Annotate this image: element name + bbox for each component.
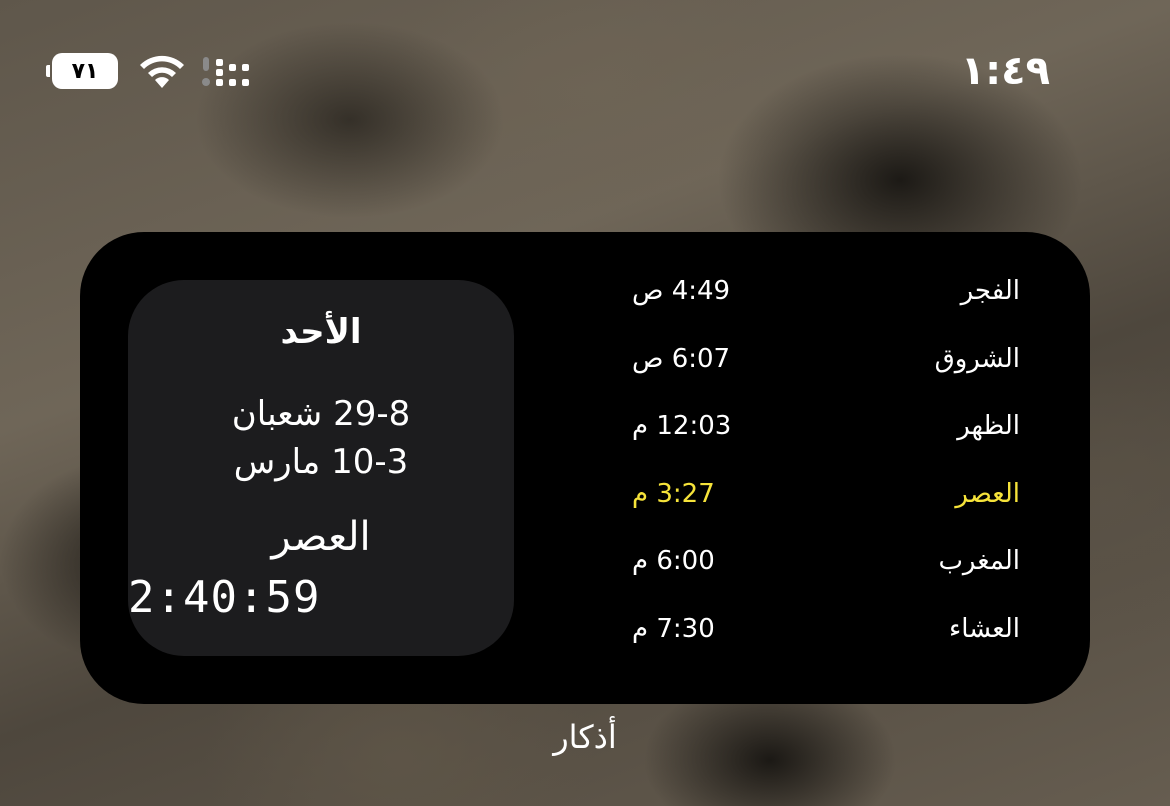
- battery-icon: ٧١: [46, 52, 122, 90]
- prayer-row-sunrise: 6:07 ص الشروق: [628, 344, 1020, 412]
- countdown-timer: 2:40:59: [128, 572, 321, 623]
- gregorian-date: 10-3 مارس: [233, 442, 409, 482]
- prayer-time: 6:07 ص: [632, 343, 731, 374]
- next-prayer-name: العصر: [271, 514, 371, 560]
- wifi-icon: [138, 52, 186, 90]
- prayer-row-maghrib: 6:00 م المغرب: [628, 546, 1020, 614]
- prayer-row-isha: 7:30 م العشاء: [628, 614, 1020, 682]
- prayer-time: 7:30 م: [632, 613, 715, 644]
- prayer-name: المغرب: [938, 546, 1020, 576]
- hijri-date: 29-8 شعبان: [231, 394, 411, 434]
- day-name: الأحد: [280, 312, 362, 352]
- cellular-signal-icon: [202, 53, 254, 89]
- prayer-row-fajr: 4:49 ص الفجر: [628, 276, 1020, 344]
- widget-label[interactable]: أذكار: [0, 718, 1170, 756]
- prayer-row-dhuhr: 12:03 م الظهر: [628, 411, 1020, 479]
- prayer-name: العصر: [955, 478, 1020, 509]
- prayer-name: العشاء: [948, 613, 1020, 644]
- prayer-row-asr: 3:27 م العصر: [628, 479, 1020, 547]
- prayer-name: الظهر: [957, 411, 1020, 441]
- status-time: ١:٤٩: [960, 48, 1050, 94]
- status-icons: ٧١: [46, 52, 254, 90]
- prayer-list: 4:49 ص الفجر 6:07 ص الشروق 12:03 م الظهر…: [628, 276, 1020, 681]
- prayer-time: 4:49 ص: [632, 276, 731, 306]
- date-card: الأحد 29-8 شعبان 10-3 مارس العصر 2:40:59: [128, 280, 514, 656]
- prayer-time: 6:00 م: [632, 546, 715, 576]
- prayer-name: الشروق: [934, 343, 1020, 374]
- prayer-name: الفجر: [960, 276, 1020, 306]
- prayer-time: 12:03 م: [632, 411, 732, 441]
- prayer-times-widget[interactable]: الأحد 29-8 شعبان 10-3 مارس العصر 2:40:59…: [80, 232, 1090, 704]
- battery-level: ٧١: [52, 53, 118, 89]
- prayer-time: 3:27 م: [632, 478, 715, 509]
